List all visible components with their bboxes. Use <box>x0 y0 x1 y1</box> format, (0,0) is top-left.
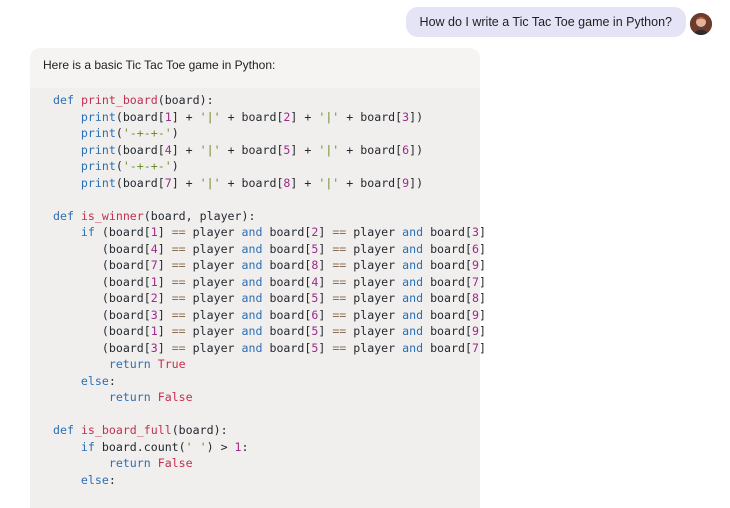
code-line: if (board[1] == player and board[2] == p… <box>80 225 486 239</box>
python-code: def print_board(board): print(board[1] +… <box>53 92 486 488</box>
code-line: def print_board(board): <box>53 93 214 107</box>
code-line: return False <box>108 456 193 470</box>
code-line: (board[3] == player and board[6] == play… <box>101 307 486 322</box>
code-line: else: <box>80 373 116 388</box>
code-line: print(board[7] + '|' + board[8] + '|' + … <box>80 175 424 190</box>
code-line: (board[2] == player and board[5] == play… <box>101 291 486 305</box>
code-line: print('-+-+-') <box>80 159 179 173</box>
code-line: (board[1] == player and board[4] == play… <box>101 274 486 289</box>
user-avatar-icon[interactable] <box>690 13 712 35</box>
code-line: def is_board_full(board): <box>53 423 228 437</box>
code-line: (board[7] == player and board[8] == play… <box>101 258 486 272</box>
assistant-message: Here is a basic Tic Tac Toe game in Pyth… <box>30 48 486 508</box>
code-block: def print_board(board): print(board[1] +… <box>30 88 486 508</box>
code-line: print('-+-+-') <box>80 126 179 140</box>
code-line: if board.count(' ') > 1: <box>80 439 249 454</box>
code-line: (board[4] == player and board[5] == play… <box>101 241 486 256</box>
code-line: print(board[4] + '|' + board[5] + '|' + … <box>80 142 424 157</box>
user-message-row: How do I write a Tic Tac Toe game in Pyt… <box>0 6 730 40</box>
code-line: return False <box>108 390 193 404</box>
code-line: print(board[1] + '|' + board[2] + '|' + … <box>80 109 424 124</box>
code-line: return True <box>108 357 186 371</box>
user-message-bubble: How do I write a Tic Tac Toe game in Pyt… <box>405 7 686 37</box>
code-line: (board[3] == player and board[5] == play… <box>101 340 486 355</box>
assistant-intro-text: Here is a basic Tic Tac Toe game in Pyth… <box>43 58 276 72</box>
code-line: (board[1] == player and board[5] == play… <box>101 324 486 338</box>
code-line: def is_winner(board, player): <box>53 208 256 223</box>
code-line: else: <box>80 472 116 487</box>
